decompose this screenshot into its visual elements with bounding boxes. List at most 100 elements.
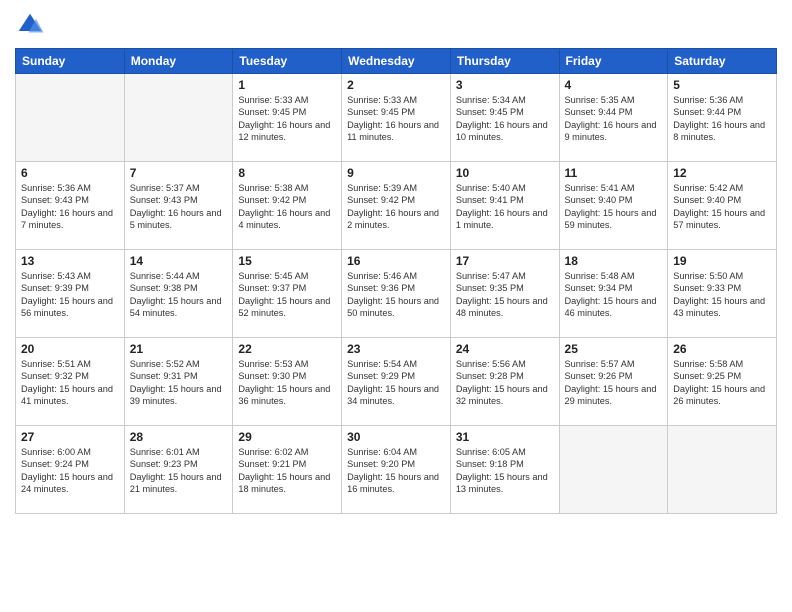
logo-icon xyxy=(15,10,45,40)
calendar-cell: 24Sunrise: 5:56 AM Sunset: 9:28 PM Dayli… xyxy=(450,338,559,426)
day-info: Sunrise: 5:36 AM Sunset: 9:43 PM Dayligh… xyxy=(21,182,119,232)
day-info: Sunrise: 5:52 AM Sunset: 9:31 PM Dayligh… xyxy=(130,358,228,408)
page: SundayMondayTuesdayWednesdayThursdayFrid… xyxy=(0,0,792,612)
calendar-cell: 4 Sunrise: 5:35 AM Sunset: 9:44 PM Daylig… xyxy=(559,74,668,162)
day-number: 8 xyxy=(238,166,336,180)
day-info: Sunrise: 6:04 AM Sunset: 9:20 PM Dayligh… xyxy=(347,446,445,496)
day-info: Sunrise: 5:33 AM Sunset: 9:45 PM Dayligh… xyxy=(238,94,336,144)
day-number: 3 xyxy=(456,78,554,92)
calendar-cell: 17 Sunrise: 5:47 AM Sunset: 9:35 PM Dayli… xyxy=(450,250,559,338)
day-number: 15 xyxy=(238,254,336,268)
calendar-cell: 13 Sunrise: 5:43 AM Sunset: 9:39 PM Dayli… xyxy=(16,250,125,338)
day-info: Sunrise: 5:35 AM Sunset: 9:44 PM Dayligh… xyxy=(565,94,663,144)
day-info: Sunrise: 5:36 AM Sunset: 9:44 PM Dayligh… xyxy=(673,94,771,144)
calendar-cell: 27 Sunrise: 6:00 AM Sunset: 9:24 PM Dayli… xyxy=(16,426,125,514)
week-row-3: 13 Sunrise: 5:43 AM Sunset: 9:39 PM Dayli… xyxy=(16,250,777,338)
weekday-header-thursday: Thursday xyxy=(450,49,559,74)
day-number: 29 xyxy=(238,430,336,444)
weekday-header-saturday: Saturday xyxy=(668,49,777,74)
day-number: 14 xyxy=(130,254,228,268)
day-number: 31 xyxy=(456,430,554,444)
day-info: Sunrise: 5:41 AM Sunset: 9:40 PM Dayligh… xyxy=(565,182,663,232)
day-number: 5 xyxy=(673,78,771,92)
day-number: 23 xyxy=(347,342,445,356)
calendar-cell: 15 Sunrise: 5:45 AM Sunset: 9:37 PM Dayli… xyxy=(233,250,342,338)
weekday-header-friday: Friday xyxy=(559,49,668,74)
day-info: Sunrise: 6:05 AM Sunset: 9:18 PM Dayligh… xyxy=(456,446,554,496)
day-number: 26 xyxy=(673,342,771,356)
calendar-cell xyxy=(668,426,777,514)
day-info: Sunrise: 5:47 AM Sunset: 9:35 PM Dayligh… xyxy=(456,270,554,320)
day-number: 28 xyxy=(130,430,228,444)
calendar-cell: 20 Sunrise: 5:51 AM Sunset: 9:32 PM Dayli… xyxy=(16,338,125,426)
day-info: Sunrise: 5:51 AM Sunset: 9:32 PM Dayligh… xyxy=(21,358,119,408)
day-info: Sunrise: 5:39 AM Sunset: 9:42 PM Dayligh… xyxy=(347,182,445,232)
day-number: 6 xyxy=(21,166,119,180)
calendar-cell: 1Sunrise: 5:33 AM Sunset: 9:45 PM Daylig… xyxy=(233,74,342,162)
day-info: Sunrise: 6:01 AM Sunset: 9:23 PM Dayligh… xyxy=(130,446,228,496)
calendar-cell: 6 Sunrise: 5:36 AM Sunset: 9:43 PM Daylig… xyxy=(16,162,125,250)
calendar-cell: 21 Sunrise: 5:52 AM Sunset: 9:31 PM Dayli… xyxy=(124,338,233,426)
day-number: 9 xyxy=(347,166,445,180)
week-row-4: 20 Sunrise: 5:51 AM Sunset: 9:32 PM Dayli… xyxy=(16,338,777,426)
day-number: 4 xyxy=(565,78,663,92)
calendar-cell: 28 Sunrise: 6:01 AM Sunset: 9:23 PM Dayli… xyxy=(124,426,233,514)
weekday-header-tuesday: Tuesday xyxy=(233,49,342,74)
day-info: Sunrise: 5:44 AM Sunset: 9:38 PM Dayligh… xyxy=(130,270,228,320)
calendar-cell: 22Sunrise: 5:53 AM Sunset: 9:30 PM Dayli… xyxy=(233,338,342,426)
week-row-5: 27 Sunrise: 6:00 AM Sunset: 9:24 PM Dayli… xyxy=(16,426,777,514)
day-info: Sunrise: 5:38 AM Sunset: 9:42 PM Dayligh… xyxy=(238,182,336,232)
weekday-header-wednesday: Wednesday xyxy=(342,49,451,74)
day-info: Sunrise: 5:40 AM Sunset: 9:41 PM Dayligh… xyxy=(456,182,554,232)
calendar-cell: 7 Sunrise: 5:37 AM Sunset: 9:43 PM Daylig… xyxy=(124,162,233,250)
day-info: Sunrise: 6:00 AM Sunset: 9:24 PM Dayligh… xyxy=(21,446,119,496)
calendar-cell: 3 Sunrise: 5:34 AM Sunset: 9:45 PM Daylig… xyxy=(450,74,559,162)
calendar-cell xyxy=(559,426,668,514)
calendar-cell: 8 Sunrise: 5:38 AM Sunset: 9:42 PM Daylig… xyxy=(233,162,342,250)
day-info: Sunrise: 5:57 AM Sunset: 9:26 PM Dayligh… xyxy=(565,358,663,408)
day-info: Sunrise: 5:34 AM Sunset: 9:45 PM Dayligh… xyxy=(456,94,554,144)
calendar-cell: 25 Sunrise: 5:57 AM Sunset: 9:26 PM Dayli… xyxy=(559,338,668,426)
weekday-header-sunday: Sunday xyxy=(16,49,125,74)
calendar-cell: 19Sunrise: 5:50 AM Sunset: 9:33 PM Dayli… xyxy=(668,250,777,338)
calendar-cell: 31 Sunrise: 6:05 AM Sunset: 9:18 PM Dayli… xyxy=(450,426,559,514)
day-number: 25 xyxy=(565,342,663,356)
calendar-cell: 29 Sunrise: 6:02 AM Sunset: 9:21 PM Dayli… xyxy=(233,426,342,514)
week-row-1: 1Sunrise: 5:33 AM Sunset: 9:45 PM Daylig… xyxy=(16,74,777,162)
calendar-cell: 2Sunrise: 5:33 AM Sunset: 9:45 PM Daylig… xyxy=(342,74,451,162)
calendar-cell: 5 Sunrise: 5:36 AM Sunset: 9:44 PM Daylig… xyxy=(668,74,777,162)
calendar-cell: 18 Sunrise: 5:48 AM Sunset: 9:34 PM Dayli… xyxy=(559,250,668,338)
calendar-cell: 11Sunrise: 5:41 AM Sunset: 9:40 PM Dayli… xyxy=(559,162,668,250)
day-number: 27 xyxy=(21,430,119,444)
logo xyxy=(15,10,49,40)
day-number: 13 xyxy=(21,254,119,268)
day-number: 17 xyxy=(456,254,554,268)
calendar-cell xyxy=(124,74,233,162)
week-row-2: 6 Sunrise: 5:36 AM Sunset: 9:43 PM Daylig… xyxy=(16,162,777,250)
day-info: Sunrise: 5:48 AM Sunset: 9:34 PM Dayligh… xyxy=(565,270,663,320)
calendar-cell xyxy=(16,74,125,162)
day-info: Sunrise: 6:02 AM Sunset: 9:21 PM Dayligh… xyxy=(238,446,336,496)
calendar-cell: 30 Sunrise: 6:04 AM Sunset: 9:20 PM Dayli… xyxy=(342,426,451,514)
header xyxy=(15,10,777,40)
day-number: 18 xyxy=(565,254,663,268)
day-number: 10 xyxy=(456,166,554,180)
calendar-cell: 9 Sunrise: 5:39 AM Sunset: 9:42 PM Daylig… xyxy=(342,162,451,250)
day-info: Sunrise: 5:43 AM Sunset: 9:39 PM Dayligh… xyxy=(21,270,119,320)
day-number: 22 xyxy=(238,342,336,356)
day-number: 7 xyxy=(130,166,228,180)
weekday-header-row: SundayMondayTuesdayWednesdayThursdayFrid… xyxy=(16,49,777,74)
day-info: Sunrise: 5:45 AM Sunset: 9:37 PM Dayligh… xyxy=(238,270,336,320)
calendar-cell: 14 Sunrise: 5:44 AM Sunset: 9:38 PM Dayli… xyxy=(124,250,233,338)
day-number: 21 xyxy=(130,342,228,356)
calendar-cell: 10 Sunrise: 5:40 AM Sunset: 9:41 PM Dayli… xyxy=(450,162,559,250)
day-info: Sunrise: 5:46 AM Sunset: 9:36 PM Dayligh… xyxy=(347,270,445,320)
day-number: 30 xyxy=(347,430,445,444)
calendar-table: SundayMondayTuesdayWednesdayThursdayFrid… xyxy=(15,48,777,514)
weekday-header-monday: Monday xyxy=(124,49,233,74)
day-number: 16 xyxy=(347,254,445,268)
day-number: 19 xyxy=(673,254,771,268)
day-info: Sunrise: 5:37 AM Sunset: 9:43 PM Dayligh… xyxy=(130,182,228,232)
day-info: Sunrise: 5:54 AM Sunset: 9:29 PM Dayligh… xyxy=(347,358,445,408)
day-number: 20 xyxy=(21,342,119,356)
